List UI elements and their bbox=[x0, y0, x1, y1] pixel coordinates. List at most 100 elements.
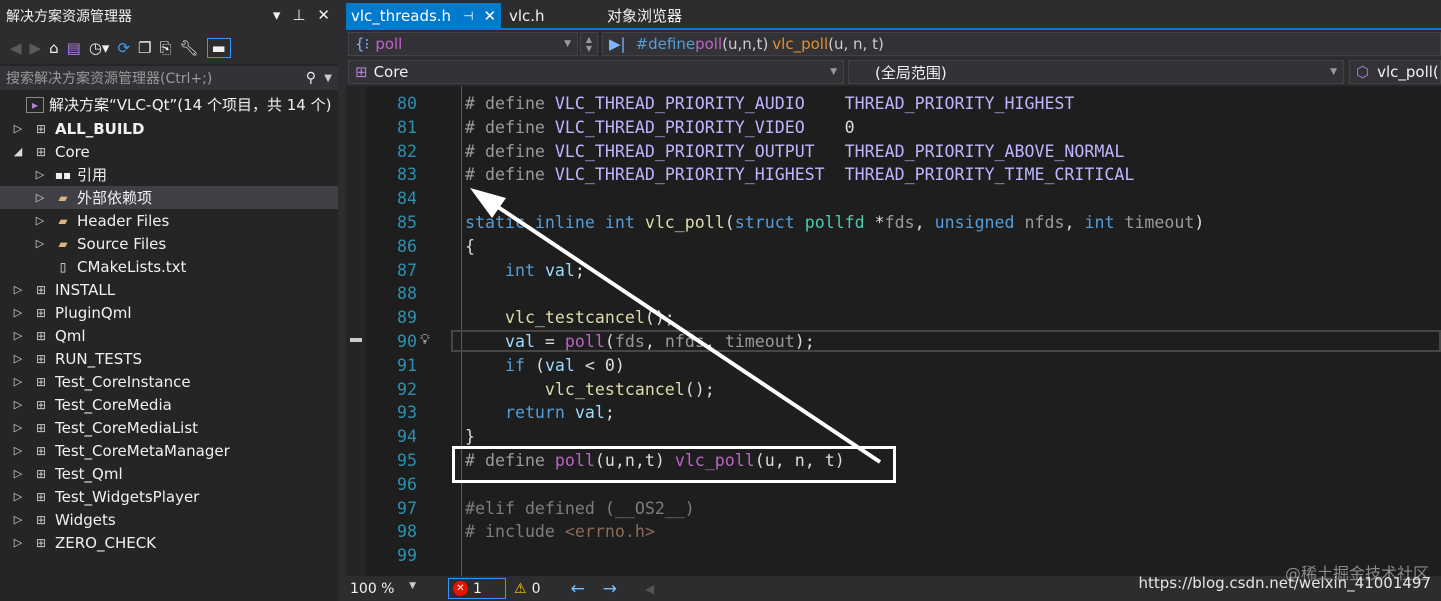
preview-icon[interactable]: ▬ bbox=[206, 38, 231, 58]
project-value: Core bbox=[373, 63, 409, 81]
folder-icon: ▰ bbox=[58, 236, 68, 251]
symbol-spin-button[interactable]: ▲ ▼ bbox=[580, 32, 598, 56]
project-icon: ⊞ bbox=[35, 420, 47, 435]
show-all-files-icon[interactable]: ⎘ bbox=[159, 39, 171, 57]
scroll-left-icon[interactable]: ◀ bbox=[645, 582, 654, 596]
tree-item[interactable]: ▷ ⊞ ZERO_CHECK bbox=[0, 531, 338, 554]
switch-views-icon[interactable]: ▤ bbox=[67, 39, 81, 57]
project-icon: ⊞ bbox=[35, 512, 47, 527]
tree-item-label: RUN_TESTS bbox=[55, 349, 142, 368]
expand-arrow-icon[interactable]: ▷ bbox=[34, 214, 46, 227]
project-dropdown[interactable]: ⊞ Core ▼ bbox=[348, 60, 844, 84]
expand-arrow-icon[interactable]: ▷ bbox=[12, 444, 24, 457]
error-count: 1 bbox=[473, 580, 482, 597]
search-icon[interactable]: ⚲ bbox=[306, 70, 316, 86]
back-icon[interactable]: ◀ bbox=[10, 39, 22, 57]
tree-item[interactable]: ▷ ⊞ Test_CoreMetaManager bbox=[0, 439, 338, 462]
expand-arrow-icon[interactable]: ▷ bbox=[12, 398, 24, 411]
project-icon: ⊞ bbox=[35, 305, 47, 320]
tree-item[interactable]: ▷ ▰ 外部依赖项 bbox=[0, 186, 338, 209]
expand-arrow-icon[interactable]: ▷ bbox=[12, 122, 24, 135]
close-icon[interactable]: ✕ bbox=[317, 6, 330, 24]
expand-arrow-icon[interactable]: ▷ bbox=[12, 490, 24, 503]
forward-icon[interactable]: ▶ bbox=[30, 39, 42, 57]
expand-arrow-icon[interactable]: ▷ bbox=[12, 421, 24, 434]
tree-item[interactable]: ▷ ⊞ Test_Qml bbox=[0, 462, 338, 485]
tree-item-label: Qml bbox=[55, 326, 86, 345]
home-icon[interactable]: ⌂ bbox=[49, 39, 59, 57]
project-icon: ⊞ bbox=[355, 63, 368, 81]
tree-item-label: INSTALL bbox=[55, 280, 116, 299]
tree-item[interactable]: ◢ ⊞ Core bbox=[0, 140, 338, 163]
expand-arrow-icon[interactable]: ▷ bbox=[12, 329, 24, 342]
tree-item[interactable]: ▯ CMakeLists.txt bbox=[0, 255, 338, 278]
tree-item-label: Core bbox=[55, 142, 90, 161]
tab-object-browser[interactable]: 对象浏览器 bbox=[602, 3, 687, 28]
expand-arrow-icon[interactable]: ◢ bbox=[12, 145, 24, 158]
solution-label: 解决方案“VLC-Qt”(14 个项目，共 14 个) bbox=[49, 96, 332, 114]
expand-arrow-icon[interactable]: ▷ bbox=[12, 352, 24, 365]
tree-item[interactable]: ▷ ▰ Header Files bbox=[0, 209, 338, 232]
project-icon: ⊞ bbox=[35, 351, 47, 366]
chevron-down-icon: ▼ bbox=[564, 39, 571, 49]
dropdown-icon[interactable]: ▾ bbox=[273, 6, 281, 24]
definition-preview[interactable]: ▶| #define poll (u,n,t) vlc_poll (u, n, … bbox=[602, 32, 1441, 56]
sync-icon[interactable]: ⟳ bbox=[117, 39, 130, 57]
properties-wrench-icon[interactable]: 🔧︎ bbox=[179, 39, 198, 57]
expand-arrow-icon[interactable]: ▷ bbox=[12, 467, 24, 480]
tab-vlc-h[interactable]: vlc.h bbox=[504, 3, 550, 28]
def-keyword: #define bbox=[635, 35, 696, 53]
tab-vlc-threads-h[interactable]: vlc_threads.h ⊣ ✕ bbox=[346, 3, 502, 28]
tree-item[interactable]: ▷ ⊞ Qml bbox=[0, 324, 338, 347]
nav-forward-icon[interactable]: → bbox=[603, 579, 617, 599]
close-tab-icon[interactable]: ✕ bbox=[484, 7, 497, 25]
expand-arrow-icon[interactable]: ▷ bbox=[12, 375, 24, 388]
scope-dropdown[interactable]: (全局范围) ▼ bbox=[848, 60, 1344, 84]
expand-arrow-icon[interactable]: ▷ bbox=[34, 237, 46, 250]
tree-item[interactable]: ▷ ⊞ ALL_BUILD bbox=[0, 117, 338, 140]
warnings-button[interactable]: ⚠ 0 bbox=[514, 581, 540, 597]
member-dropdown[interactable]: ⬡ vlc_poll(p bbox=[1349, 60, 1441, 84]
tree-item-label: Test_CoreMedia bbox=[55, 395, 172, 414]
member-value: vlc_poll(p bbox=[1377, 63, 1440, 81]
tree-item-label: Test_CoreMetaManager bbox=[55, 441, 230, 460]
nav-back-icon[interactable]: ← bbox=[570, 579, 584, 599]
collapse-all-icon[interactable]: ❐ bbox=[138, 39, 151, 57]
errors-button[interactable]: ✕ 1 bbox=[448, 578, 506, 599]
expand-arrow-icon[interactable]: ▷ bbox=[12, 283, 24, 296]
tree-item-label: Test_CoreMediaList bbox=[55, 418, 199, 437]
expand-arrow-icon[interactable]: ▷ bbox=[12, 306, 24, 319]
tree-item[interactable]: ▷ ⊞ RUN_TESTS bbox=[0, 347, 338, 370]
tree-item[interactable]: ▷ ⊞ PluginQml bbox=[0, 301, 338, 324]
tree-item[interactable]: ▷ ▪▪ 引用 bbox=[0, 163, 338, 186]
annotation-arrow bbox=[470, 188, 882, 464]
pin-icon[interactable]: ⊣ bbox=[463, 9, 473, 23]
tree-item[interactable]: ▷ ⊞ Test_CoreInstance bbox=[0, 370, 338, 393]
expand-arrow-icon[interactable]: ▷ bbox=[12, 536, 24, 549]
expand-arrow-icon[interactable]: ▷ bbox=[34, 168, 46, 181]
project-icon: ⊞ bbox=[35, 397, 47, 412]
tree-item[interactable]: ▷ ⊞ Widgets bbox=[0, 508, 338, 531]
pending-changes-icon[interactable]: ◷▾ bbox=[89, 39, 110, 57]
symbol-value: poll bbox=[375, 35, 403, 53]
tree-item[interactable]: ▷ ⊞ Test_CoreMediaList bbox=[0, 416, 338, 439]
file-icon: ▯ bbox=[59, 259, 67, 274]
project-icon: ⊞ bbox=[35, 374, 47, 389]
expand-arrow-icon[interactable]: ▷ bbox=[12, 513, 24, 526]
symbol-dropdown[interactable]: {⁝ poll ▼ bbox=[348, 32, 578, 56]
symbol-icon: {⁝ bbox=[355, 35, 370, 53]
tree-item[interactable]: ▷ ⊞ INSTALL bbox=[0, 278, 338, 301]
code-area[interactable]: 💡︎ 80 # define VLC_THREAD_PRIORITY_AUDIO … bbox=[346, 86, 1441, 576]
solution-node[interactable]: ▸ 解决方案“VLC-Qt”(14 个项目，共 14 个) bbox=[0, 93, 338, 116]
expand-arrow-icon[interactable]: ▷ bbox=[34, 191, 46, 204]
search-placeholder: 搜索解决方案资源管理器(Ctrl+;) bbox=[6, 71, 213, 87]
chevron-down-icon: ▼ bbox=[1330, 67, 1337, 77]
tree-item[interactable]: ▷ ⊞ Test_WidgetsPlayer bbox=[0, 485, 338, 508]
folder-icon: ▰ bbox=[58, 190, 68, 205]
search-input[interactable]: 搜索解决方案资源管理器(Ctrl+;) ⚲ ▼ bbox=[0, 66, 338, 90]
search-options-icon[interactable]: ▼ bbox=[324, 73, 332, 84]
zoom-dropdown[interactable]: 100 % ▼ bbox=[346, 581, 422, 597]
tree-item[interactable]: ▷ ▰ Source Files bbox=[0, 232, 338, 255]
tree-item[interactable]: ▷ ⊞ Test_CoreMedia bbox=[0, 393, 338, 416]
pin-icon[interactable]: ⊥ bbox=[292, 6, 305, 24]
